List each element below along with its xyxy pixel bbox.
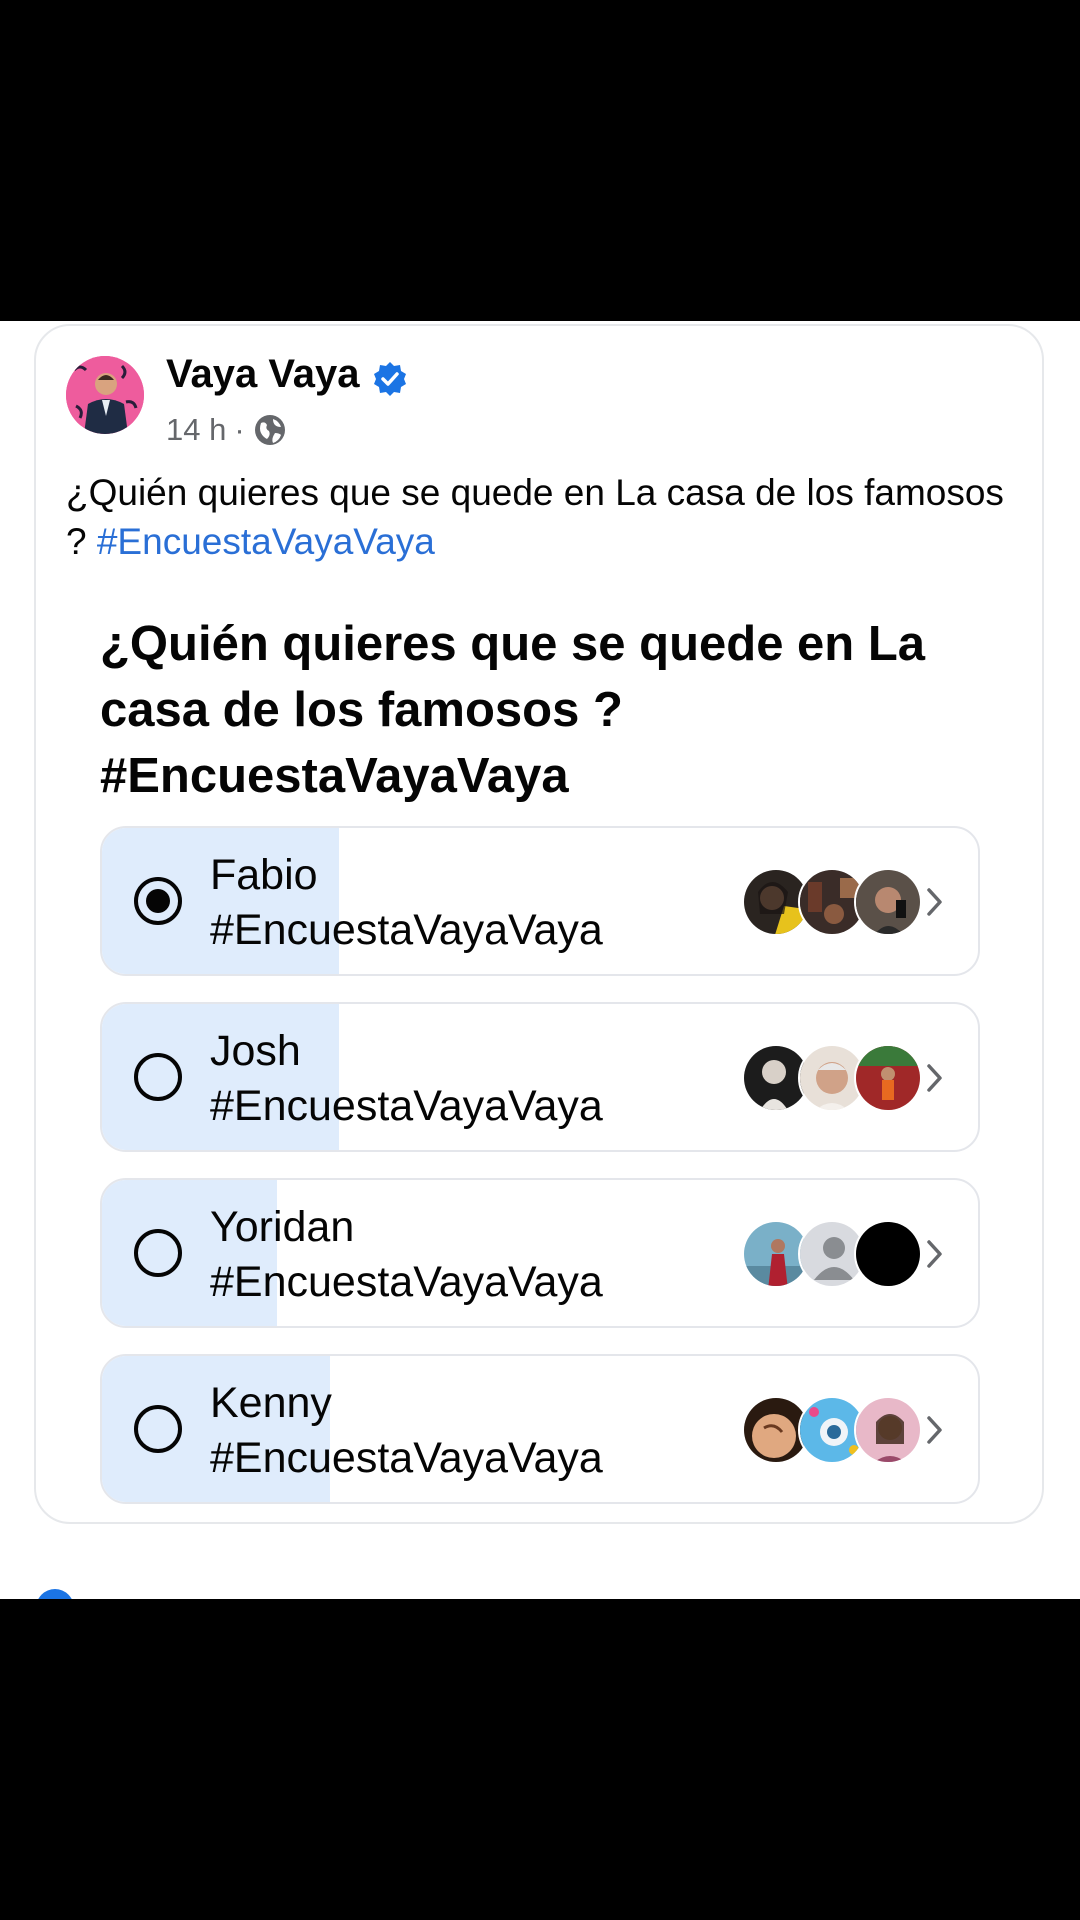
post-time[interactable]: 14 h (166, 410, 226, 450)
globe-icon (254, 415, 285, 445)
feed-area: Vaya Vaya 14 h · ¿Quién quieres que se q… (0, 321, 1080, 1599)
chevron-right-icon (927, 1240, 942, 1268)
voter-avatars[interactable] (742, 1044, 922, 1112)
voter-avatars[interactable] (742, 868, 922, 936)
poll-option-tag: #EncuestaVayaVaya (210, 1082, 603, 1130)
post-meta: 14 h · (166, 410, 287, 450)
voter-avatar (854, 868, 922, 936)
voter-avatars[interactable] (742, 1396, 922, 1464)
meta-separator: · (234, 412, 245, 447)
poll-option-kenny[interactable]: Kenny #EncuestaVayaVaya (100, 1354, 980, 1504)
post-text: ¿Quién quieres que se quede en La casa d… (66, 468, 1016, 566)
chevron-right-icon (927, 1064, 942, 1092)
radio-icon[interactable] (134, 1405, 182, 1453)
author-avatar[interactable] (66, 356, 144, 434)
poll-option-tag: #EncuestaVayaVaya (210, 906, 603, 954)
post-hashtag-link[interactable]: #EncuestaVayaVaya (97, 521, 435, 562)
poll-option-label: Josh #EncuestaVayaVaya (210, 1024, 670, 1134)
voter-avatar (854, 1396, 922, 1464)
poll-option-yoridan[interactable]: Yoridan #EncuestaVayaVaya (100, 1178, 980, 1328)
poll-option-fabio[interactable]: Fabio #EncuestaVayaVaya (100, 826, 980, 976)
poll-option-tag: #EncuestaVayaVaya (210, 1258, 603, 1306)
poll-title: ¿Quién quieres que se quede en La casa d… (100, 617, 926, 803)
poll-option-josh[interactable]: Josh #EncuestaVayaVaya (100, 1002, 980, 1152)
post-card: Vaya Vaya 14 h · ¿Quién quieres que se q… (34, 324, 1044, 1524)
poll-option-label: Yoridan #EncuestaVayaVaya (210, 1200, 670, 1310)
poll-option-name: Kenny (210, 1379, 332, 1427)
reaction-icon (36, 1589, 74, 1599)
author-name[interactable]: Vaya Vaya (166, 350, 360, 398)
poll-option-label: Kenny #EncuestaVayaVaya (210, 1376, 670, 1486)
poll-option-tag: #EncuestaVayaVaya (210, 1434, 603, 1482)
voter-avatar (854, 1220, 922, 1288)
voter-avatars[interactable] (742, 1220, 922, 1288)
poll-option-name: Josh (210, 1027, 301, 1075)
poll-option-label: Fabio #EncuestaVayaVaya (210, 848, 670, 958)
chevron-right-icon (927, 1416, 942, 1444)
poll-option-name: Fabio (210, 851, 318, 899)
radio-icon[interactable] (134, 1229, 182, 1277)
screen: Vaya Vaya 14 h · ¿Quién quieres que se q… (0, 0, 1080, 1920)
verified-badge-icon (374, 362, 406, 396)
chevron-right-icon (927, 888, 942, 916)
radio-selected-icon[interactable] (134, 877, 182, 925)
radio-icon[interactable] (134, 1053, 182, 1101)
voter-avatar (854, 1044, 922, 1112)
poll-option-name: Yoridan (210, 1203, 355, 1251)
